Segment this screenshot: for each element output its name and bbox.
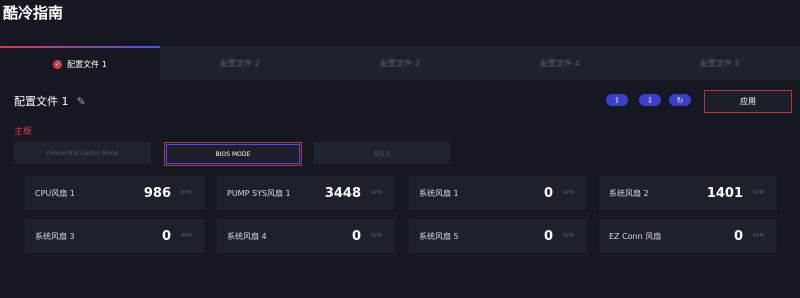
fan-name: 系统风扇 1 — [419, 188, 459, 198]
check-icon: ✓ — [53, 59, 63, 69]
fan-speed: 0 — [161, 228, 171, 244]
fan-speed: 1401 — [706, 185, 743, 201]
mode-bios[interactable]: BIOS MODE — [164, 142, 302, 166]
fan-card: 系统风扇 2 1401 RPM — [599, 176, 777, 210]
fan-card: 系统风扇 4 0 RPM — [217, 219, 395, 253]
fan-speed: 3448 — [324, 185, 361, 201]
profile-tabs: ✓ 配置文件 1 配置文件 2 配置文件 3 配置文件 4 配置文件 5 — [0, 46, 800, 80]
tab-profile-2[interactable]: 配置文件 2 — [160, 46, 320, 80]
fan-name: CPU风扇 1 — [35, 188, 75, 198]
fan-unit: RPM — [371, 233, 382, 239]
fan-unit: RPM — [563, 190, 574, 196]
fan-card: CPU风扇 1 986 RPM — [25, 176, 205, 210]
fan-card: 系统风扇 5 0 RPM — [409, 219, 587, 253]
fan-unit: RPM — [181, 233, 192, 239]
fan-speed: 0 — [543, 185, 553, 201]
fan-card: EZ Conn 风扇 0 RPM — [599, 219, 777, 253]
fan-name: 系统风扇 2 — [609, 188, 649, 198]
tab-profile-5[interactable]: 配置文件 5 — [640, 46, 800, 80]
refresh-icon[interactable]: ↻ — [669, 94, 691, 106]
upload-icon[interactable]: ⇧ — [606, 94, 628, 106]
fan-speed: 0 — [543, 228, 553, 244]
fan-unit: RPM — [563, 233, 574, 239]
tab-label: 配置文件 2 — [220, 58, 260, 68]
fan-name: 系统风扇 5 — [419, 231, 459, 241]
section-label: 主板 — [14, 127, 33, 137]
fan-name: PUMP SYS风扇 1 — [227, 188, 291, 198]
tab-label: 配置文件 4 — [540, 58, 580, 68]
mode-custom[interactable]: 自定义 — [314, 142, 450, 164]
fan-card: 系统风扇 3 0 RPM — [25, 219, 205, 253]
fan-card: PUMP SYS风扇 1 3448 RPM — [217, 176, 395, 210]
fan-unit: RPM — [371, 190, 382, 196]
profile-name-text: 配置文件 1 — [14, 95, 69, 108]
fan-name: EZ Conn 风扇 — [609, 231, 662, 241]
pencil-icon[interactable]: ✎ — [77, 95, 86, 108]
app-title: 酷冷指南 — [3, 4, 64, 22]
fan-unit: RPM — [181, 190, 192, 196]
tab-profile-3[interactable]: 配置文件 3 — [320, 46, 480, 80]
mode-follow-msi[interactable]: Follow MSI Center Mode — [14, 142, 151, 164]
tab-profile-4[interactable]: 配置文件 4 — [480, 46, 640, 80]
fan-name: 系统风扇 4 — [227, 231, 267, 241]
tab-label: 配置文件 1 — [67, 59, 107, 69]
fan-speed: 986 — [143, 185, 171, 201]
fan-unit: RPM — [753, 190, 764, 196]
profile-name: 配置文件 1 ✎ — [14, 93, 86, 109]
apply-button[interactable]: 应用 — [704, 90, 792, 113]
fan-speed: 0 — [733, 228, 743, 244]
fan-unit: RPM — [753, 233, 764, 239]
fan-speed: 0 — [351, 228, 361, 244]
fan-name: 系统风扇 3 — [35, 231, 75, 241]
tab-label: 配置文件 5 — [700, 58, 740, 68]
fan-card: 系统风扇 1 0 RPM — [409, 176, 587, 210]
tab-profile-1[interactable]: ✓ 配置文件 1 — [0, 46, 160, 80]
tab-label: 配置文件 3 — [380, 58, 420, 68]
download-icon[interactable]: ⇩ — [639, 94, 661, 106]
